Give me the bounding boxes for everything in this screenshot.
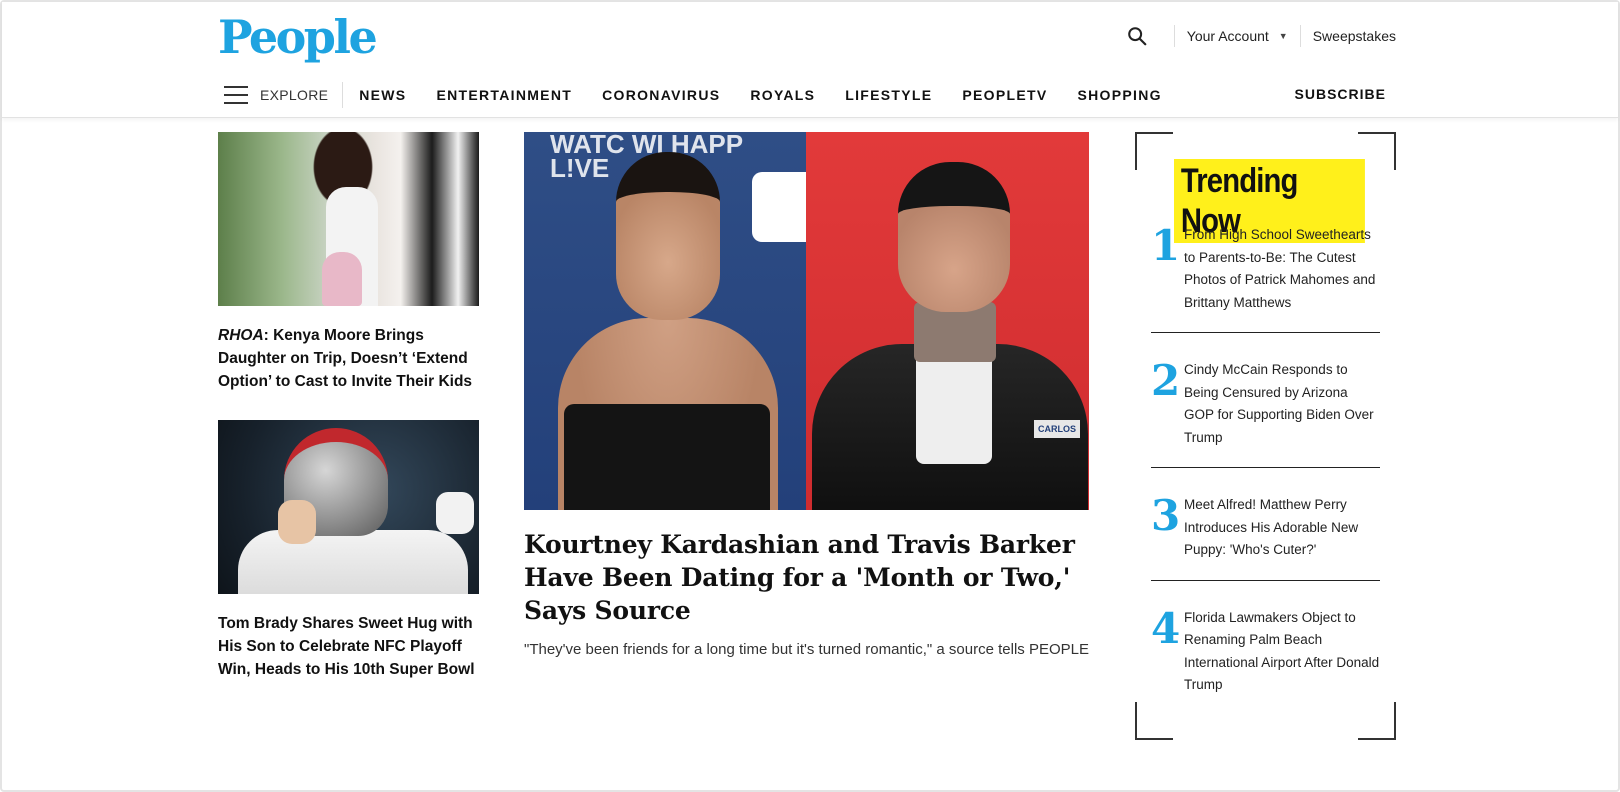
nav-item-peopletv[interactable]: PEOPLETV: [962, 87, 1047, 103]
trending-list: 1 From High School Sweethearts to Parent…: [1151, 218, 1380, 735]
people-logo[interactable]: People: [218, 10, 378, 64]
trending-item[interactable]: 2 Cindy McCain Responds to Being Censure…: [1151, 353, 1380, 468]
account-label: Your Account: [1186, 28, 1269, 44]
header-utilities: Your Account ▼ Sweepstakes: [1126, 22, 1396, 50]
explore-button[interactable]: EXPLORE: [260, 87, 328, 103]
feature-image[interactable]: WATC WI HAPP L!VE CARLOS: [524, 132, 1089, 510]
nav-item-royals[interactable]: ROYALS: [750, 87, 815, 103]
hamburger-menu-icon[interactable]: [224, 86, 248, 104]
feature-title[interactable]: Kourtney Kardashian and Travis Barker Ha…: [524, 528, 1089, 627]
photo-subject: [278, 500, 316, 544]
photo-subject: [898, 162, 1010, 312]
photo-subject: [238, 530, 468, 594]
corner-bracket: [1135, 132, 1173, 170]
story-card-rhoa[interactable]: RHOA: Kenya Moore Brings Daughter on Tri…: [218, 132, 479, 393]
divider: [342, 82, 344, 108]
story-card-tom-brady[interactable]: Tom Brady Shares Sweet Hug with His Son …: [218, 420, 479, 681]
story-image[interactable]: [218, 132, 479, 306]
trending-rank: 2: [1151, 356, 1181, 405]
nav-item-news[interactable]: NEWS: [359, 87, 406, 103]
search-icon[interactable]: [1126, 25, 1148, 47]
nav-item-lifestyle[interactable]: LIFESTYLE: [845, 87, 932, 103]
photo-subject: [916, 344, 992, 464]
trending-rank: 3: [1151, 491, 1181, 540]
trending-item[interactable]: 4 Florida Lawmakers Object to Renaming P…: [1151, 601, 1380, 715]
site-header: People Your Account ▼ Sweepstakes EXPLOR…: [2, 2, 1618, 118]
nav-item-entertainment[interactable]: ENTERTAINMENT: [436, 87, 572, 103]
trending-item[interactable]: 3 Meet Alfred! Matthew Perry Introduces …: [1151, 488, 1380, 581]
trending-rank: 4: [1151, 603, 1181, 653]
trending-rank: 1: [1151, 221, 1181, 270]
account-menu[interactable]: Your Account ▼: [1187, 28, 1288, 44]
story-image[interactable]: [218, 420, 479, 594]
trending-title[interactable]: Florida Lawmakers Object to Renaming Pal…: [1184, 607, 1380, 697]
trending-title[interactable]: Meet Alfred! Matthew Perry Introduces Hi…: [1184, 494, 1380, 562]
feature-photo-left: WATC WI HAPP L!VE: [524, 132, 832, 510]
feature-story[interactable]: WATC WI HAPP L!VE CARLOS Kourtney Kardas…: [524, 132, 1089, 661]
story-title[interactable]: RHOA: Kenya Moore Brings Daughter on Tri…: [218, 324, 479, 393]
trending-title[interactable]: Cindy McCain Responds to Being Censured …: [1184, 359, 1380, 449]
main-nav: EXPLORE NEWS ENTERTAINMENT CORONAVIRUS R…: [224, 80, 1192, 110]
divider: [1299, 25, 1301, 47]
story-title[interactable]: Tom Brady Shares Sweet Hug with His Son …: [218, 612, 479, 681]
trending-now-panel: Trending Now 1 From High School Sweethea…: [1135, 132, 1396, 740]
sweepstakes-link[interactable]: Sweepstakes: [1313, 28, 1396, 44]
photo-subject: [564, 404, 770, 510]
feature-dek: "They've been friends for a long time bu…: [524, 641, 1089, 658]
divider: [1173, 25, 1175, 47]
photo-subject: [322, 252, 362, 306]
feature-photo-right: CARLOS: [806, 132, 1089, 510]
photo-subject: [436, 492, 474, 534]
story-title-em: RHOA: [218, 327, 264, 344]
caret-down-icon: ▼: [1278, 31, 1288, 41]
photo-subject: [616, 152, 720, 320]
jacket-patch: CARLOS: [1034, 420, 1080, 438]
subscribe-link[interactable]: SUBSCRIBE: [1295, 86, 1386, 102]
nav-item-coronavirus[interactable]: CORONAVIRUS: [602, 87, 720, 103]
nav-item-shopping[interactable]: SHOPPING: [1077, 87, 1161, 103]
trending-title[interactable]: From High School Sweethearts to Parents-…: [1184, 224, 1380, 314]
trending-item[interactable]: 1 From High School Sweethearts to Parent…: [1151, 218, 1380, 333]
